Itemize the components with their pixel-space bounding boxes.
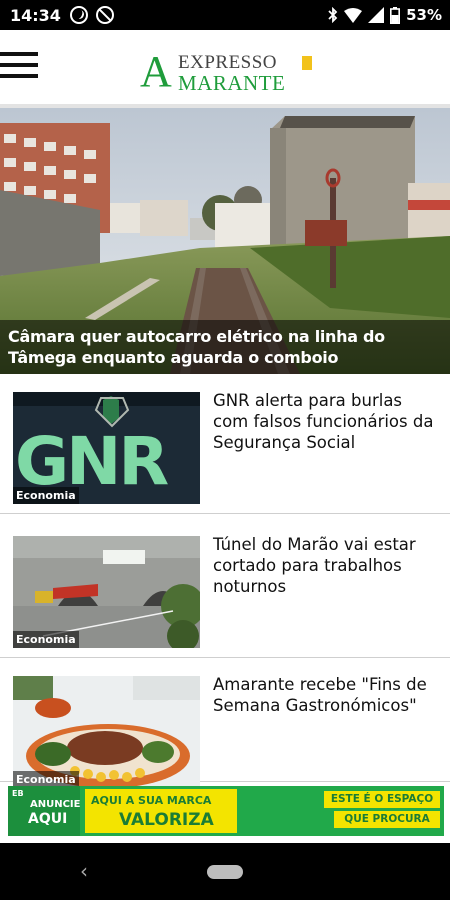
app-header: A EXPRESSO MARANTE: [0, 30, 450, 108]
logo-initial: A: [140, 47, 172, 96]
article-thumbnail: GNR Economia: [13, 392, 200, 504]
logo-bottom-text: MARANTE: [178, 71, 286, 95]
ad-right-line2: QUE PROCURA: [334, 811, 440, 828]
app-notification-icon: [70, 6, 88, 24]
article-thumbnail: Economia: [13, 536, 200, 648]
ad-slogan-line2: VALORIZA: [119, 810, 214, 830]
blocked-notification-icon: [96, 6, 114, 24]
ad-right-panel: ESTE É O ESPAÇO QUE PROCURA: [324, 791, 440, 831]
logo-accent-box: [302, 56, 312, 70]
hero-title: Câmara quer autocarro elétrico na linha …: [0, 320, 450, 374]
signal-icon: [368, 7, 385, 23]
system-nav-bar: ‹: [0, 843, 450, 900]
back-icon[interactable]: ‹: [80, 861, 94, 881]
ad-middle-panel: AQUI A SUA MARCA VALORIZA: [85, 789, 237, 833]
category-label: Economia: [13, 631, 79, 648]
list-item[interactable]: GNR Economia GNR alerta para burlas com …: [0, 374, 450, 514]
ad-left-panel: EB ANUNCIE AQUI: [8, 786, 81, 836]
list-item[interactable]: Economia Amarante recebe "Fins de Semana…: [0, 658, 450, 788]
ad-small-logo: EB: [12, 789, 24, 798]
battery-icon: [390, 6, 401, 24]
hero-article[interactable]: Câmara quer autocarro elétrico na linha …: [0, 108, 450, 374]
article-thumbnail: Economia: [13, 676, 200, 788]
battery-percent: 53%: [406, 6, 442, 24]
ad-right-line1: ESTE É O ESPAÇO: [324, 791, 440, 808]
status-bar: 14:34 53%: [0, 0, 450, 30]
list-item[interactable]: Economia Túnel do Marão vai estar cortad…: [0, 518, 450, 658]
ad-banner[interactable]: EB ANUNCIE AQUI AQUI A SUA MARCA VALORIZ…: [8, 786, 444, 836]
wifi-icon: [344, 7, 363, 23]
bluetooth-icon: [328, 7, 338, 23]
article-title: Amarante recebe "Fins de Semana Gastronó…: [213, 675, 427, 715]
hamburger-menu-icon[interactable]: [0, 52, 40, 82]
status-time: 14:34: [10, 6, 61, 25]
ad-cta-line1: ANUNCIE: [30, 799, 81, 810]
site-logo[interactable]: A EXPRESSO MARANTE: [140, 47, 315, 96]
home-pill-icon[interactable]: [207, 865, 243, 879]
category-label: Economia: [13, 487, 79, 504]
ad-slogan-line1: AQUI A SUA MARCA: [91, 794, 212, 807]
article-title: Túnel do Marão vai estar cortado para tr…: [213, 535, 416, 596]
article-title: GNR alerta para burlas com falsos funcio…: [213, 391, 434, 452]
ad-cta-line2: AQUI: [28, 811, 68, 827]
